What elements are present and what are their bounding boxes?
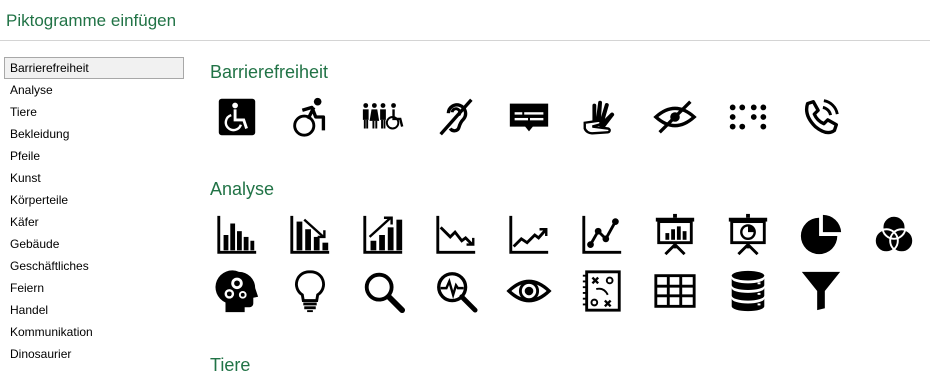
sidebar-item-analyse[interactable]: Analyse bbox=[4, 79, 184, 101]
sidebar-item-dinosaurier[interactable]: Dinosaurier bbox=[4, 343, 184, 365]
title-divider bbox=[0, 40, 930, 41]
sidebar-item-geschaeftliches[interactable]: Geschäftliches bbox=[4, 255, 184, 277]
heartbeat-search-icon[interactable] bbox=[433, 268, 479, 314]
category-title-barrierefreiheit: Barrierefreiheit bbox=[210, 62, 329, 82]
hearing-impaired-icon[interactable] bbox=[433, 94, 479, 140]
bar-chart-icon[interactable] bbox=[214, 212, 260, 258]
funnel-icon[interactable] bbox=[798, 268, 844, 314]
upward-trend-icon[interactable] bbox=[506, 212, 552, 258]
sidebar-item-kommunikation[interactable]: Kommunikation bbox=[4, 321, 184, 343]
presentation-bar-chart-icon[interactable] bbox=[652, 212, 698, 258]
bar-chart-downward-icon[interactable] bbox=[287, 212, 333, 258]
sidebar-item-kunst[interactable]: Kunst bbox=[4, 167, 184, 189]
lightbulb-icon[interactable] bbox=[287, 268, 333, 314]
sidebar-item-pfeile[interactable]: Pfeile bbox=[4, 145, 184, 167]
visually-impaired-icon[interactable] bbox=[652, 94, 698, 140]
icon-gallery: Barrierefreiheit Analyse Tiere bbox=[200, 50, 930, 375]
family-wheelchair-icon[interactable] bbox=[360, 94, 406, 140]
category-sidebar[interactable]: Barrierefreiheit Analyse Tiere Bekleidun… bbox=[4, 57, 184, 375]
sidebar-item-koerperteile[interactable]: Körperteile bbox=[4, 189, 184, 211]
sidebar-item-feiern[interactable]: Feiern bbox=[4, 277, 184, 299]
sidebar-item-handel[interactable]: Handel bbox=[4, 299, 184, 321]
sidebar-item-barrierefreiheit[interactable]: Barrierefreiheit bbox=[4, 57, 184, 79]
venn-diagram-icon[interactable] bbox=[871, 212, 917, 258]
sidebar-item-gebaeude[interactable]: Gebäude bbox=[4, 233, 184, 255]
closed-captioning-icon[interactable] bbox=[506, 94, 552, 140]
strategy-icon[interactable] bbox=[579, 268, 625, 314]
sidebar-item-kaefer[interactable]: Käfer bbox=[4, 211, 184, 233]
volume-telephone-icon[interactable] bbox=[798, 94, 844, 140]
line-chart-icon[interactable] bbox=[579, 212, 625, 258]
pie-chart-icon[interactable] bbox=[798, 212, 844, 258]
category-title-tiere: Tiere bbox=[210, 355, 251, 375]
active-wheelchair-icon[interactable] bbox=[287, 94, 333, 140]
presentation-pie-chart-icon[interactable] bbox=[725, 212, 771, 258]
head-gears-icon[interactable] bbox=[214, 268, 260, 314]
sidebar-item-tiere[interactable]: Tiere bbox=[4, 101, 184, 123]
category-title-analyse: Analyse bbox=[210, 179, 275, 199]
bar-chart-upward-icon[interactable] bbox=[360, 212, 406, 258]
downward-trend-icon[interactable] bbox=[433, 212, 479, 258]
sign-language-icon[interactable] bbox=[579, 94, 625, 140]
braille-icon[interactable] bbox=[725, 94, 771, 140]
magnifying-glass-icon[interactable] bbox=[360, 268, 406, 314]
accessible-square-icon[interactable] bbox=[214, 94, 260, 140]
dialog-title: Piktogramme einfügen bbox=[6, 11, 177, 30]
table-icon[interactable] bbox=[652, 268, 698, 314]
database-icon[interactable] bbox=[725, 268, 771, 314]
eye-icon[interactable] bbox=[506, 268, 552, 314]
sidebar-item-bekleidung[interactable]: Bekleidung bbox=[4, 123, 184, 145]
